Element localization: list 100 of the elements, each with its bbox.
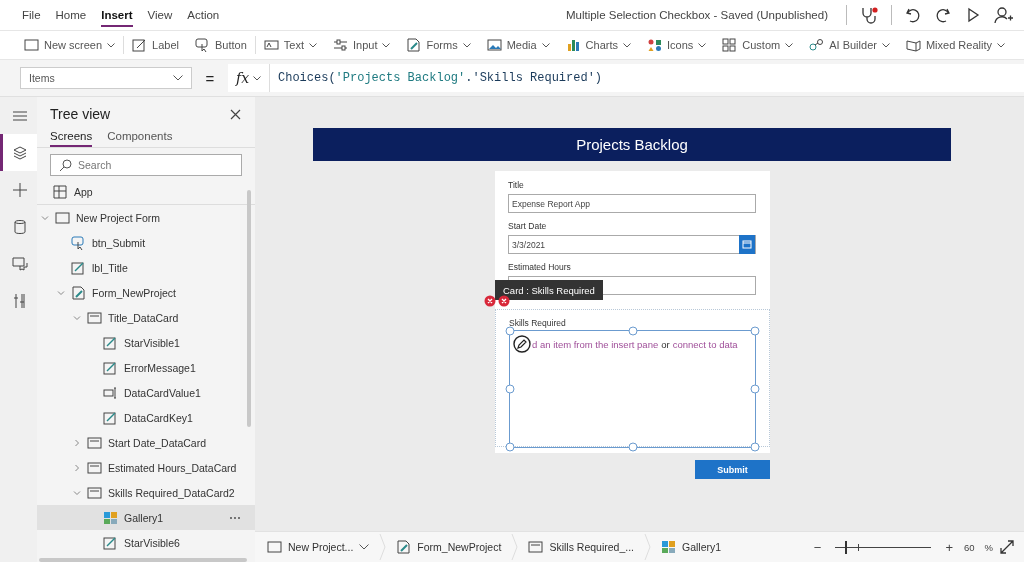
menu-tab[interactable]: View [147, 3, 173, 27]
ribbon-button[interactable]: Media [478, 32, 558, 58]
formula-field[interactable]: Choices('Projects Backlog'.'Skills Required') [270, 64, 1024, 92]
tooltip: Card : Skills Required [495, 280, 603, 300]
undo-icon[interactable] [904, 6, 922, 24]
breadcrumb[interactable]: Gallery1 [655, 540, 728, 554]
tree-item[interactable]: btn_Submit [37, 230, 255, 255]
caret-icon [462, 42, 471, 48]
ribbon-button[interactable]: New screen [16, 32, 124, 58]
label-icon [103, 535, 118, 550]
gallery-icon [661, 540, 676, 554]
card-icon [87, 460, 102, 475]
tree-item[interactable]: Form_NewProject [37, 280, 255, 305]
ribbon-button[interactable]: Input [325, 32, 399, 58]
tree-item[interactable]: DataCardKey1 [37, 405, 255, 430]
label-icon [103, 360, 118, 375]
field-label: Estimated Hours [508, 262, 572, 272]
ribbon-button[interactable]: Custom [714, 32, 802, 58]
resize-handle[interactable] [628, 442, 637, 452]
ribbon-button[interactable]: Mixed Reality [897, 32, 1013, 58]
card-icon [87, 485, 102, 500]
ribbon-button[interactable]: Icons [639, 32, 715, 58]
chevron-icon [73, 438, 81, 447]
resize-handle[interactable] [750, 442, 760, 452]
input-field[interactable]: Expense Report App [508, 194, 756, 213]
tree-item[interactable]: StarVisible1 [37, 330, 255, 355]
menu-tab[interactable]: File [22, 3, 41, 27]
tree-item[interactable]: StarVisible6 [37, 530, 255, 555]
tree-item[interactable]: Title_DataCard [37, 305, 255, 330]
breadcrumb[interactable]: Skills Required_... [522, 540, 640, 554]
document-title: Multiple Selection Checkbox - Saved (Unpublished) [565, 9, 828, 21]
close-icon[interactable] [230, 108, 241, 120]
ribbon-button[interactable]: Button [187, 32, 255, 58]
panel-title: Tree view [50, 106, 111, 122]
zoom-in-button[interactable]: + [941, 539, 957, 555]
tree-item[interactable]: Gallery1 ⋯ [37, 505, 255, 530]
zoom-out-button[interactable]: − [809, 539, 826, 555]
chevron-icon [73, 488, 81, 497]
breadcrumb[interactable]: New Project... [261, 540, 376, 554]
user-icon[interactable] [994, 6, 1014, 24]
property-dropdown[interactable]: Items [20, 67, 192, 89]
resize-handle[interactable] [505, 442, 515, 452]
submit-button[interactable]: Submit [695, 460, 770, 479]
app-icon [53, 184, 68, 199]
menu-tab[interactable]: Insert [101, 3, 133, 27]
panel-tab[interactable]: Screens [50, 130, 93, 147]
tree-item[interactable]: DataCardValue1 [37, 380, 255, 405]
resize-handle[interactable] [750, 384, 760, 394]
chart-icon [565, 38, 581, 52]
resize-handle[interactable] [750, 326, 760, 336]
rail-button[interactable] [0, 134, 37, 171]
redo-icon[interactable] [934, 6, 952, 24]
menu-tab[interactable]: Home [55, 3, 87, 27]
ribbon-button[interactable]: Label [124, 32, 187, 58]
tools-icon [12, 292, 28, 309]
function-button[interactable]: fx [228, 64, 270, 92]
field-label: Start Date [508, 221, 548, 231]
resize-handle[interactable] [628, 326, 637, 336]
ribbon-button[interactable]: Charts [557, 32, 639, 58]
text-icon [263, 38, 279, 52]
fullscreen-icon[interactable] [1000, 540, 1014, 554]
hint-text: d an item from the insert pane [532, 338, 659, 350]
calendar-icon[interactable] [739, 235, 755, 254]
resize-handle[interactable] [505, 384, 515, 394]
form-icon [406, 38, 422, 52]
search-field[interactable]: Search [50, 154, 242, 176]
chevron-icon [73, 313, 81, 322]
screen-icon [267, 540, 282, 554]
caret-icon [881, 42, 890, 48]
plus-icon [12, 181, 28, 198]
tree-item[interactable]: Skills Required_DataCard2 [37, 480, 255, 505]
tree-item[interactable]: Start Date_DataCard [37, 430, 255, 455]
slider-thumb[interactable] [844, 540, 847, 554]
breadcrumb[interactable]: Form_NewProject [390, 540, 508, 554]
tree-item[interactable]: New Project Form [37, 205, 255, 230]
data-icon [12, 218, 28, 235]
custom-icon [722, 38, 738, 52]
layers-icon [12, 144, 28, 161]
label-icon [103, 410, 118, 425]
tree-item[interactable]: ErrorMessage1 [37, 355, 255, 380]
caret-icon [173, 75, 183, 81]
screen-icon [55, 210, 70, 225]
input-field[interactable]: 3/3/2021 [508, 235, 756, 254]
ribbon-button[interactable]: Text [255, 32, 325, 58]
menu-tab[interactable]: Action [187, 3, 220, 27]
more-options[interactable]: ⋯ [229, 510, 241, 525]
panel-tab[interactable]: Components [107, 130, 173, 147]
ribbon-button[interactable]: AI Builder [801, 32, 898, 58]
edit-icon[interactable] [513, 335, 531, 353]
ribbon-button[interactable]: Forms [398, 32, 479, 58]
stethoscope-icon[interactable] [859, 5, 879, 25]
tree-item[interactable]: lbl_Title [37, 255, 255, 280]
caret-icon [996, 42, 1005, 48]
connect-link[interactable]: connect to data [672, 338, 738, 350]
icons-icon [647, 38, 662, 52]
caret-icon [698, 42, 707, 48]
tree-item[interactable]: Estimated Hours_DataCard [37, 455, 255, 480]
resize-handle[interactable] [505, 326, 515, 336]
card-icon [87, 435, 102, 450]
zoom-value: 60 [963, 541, 975, 553]
